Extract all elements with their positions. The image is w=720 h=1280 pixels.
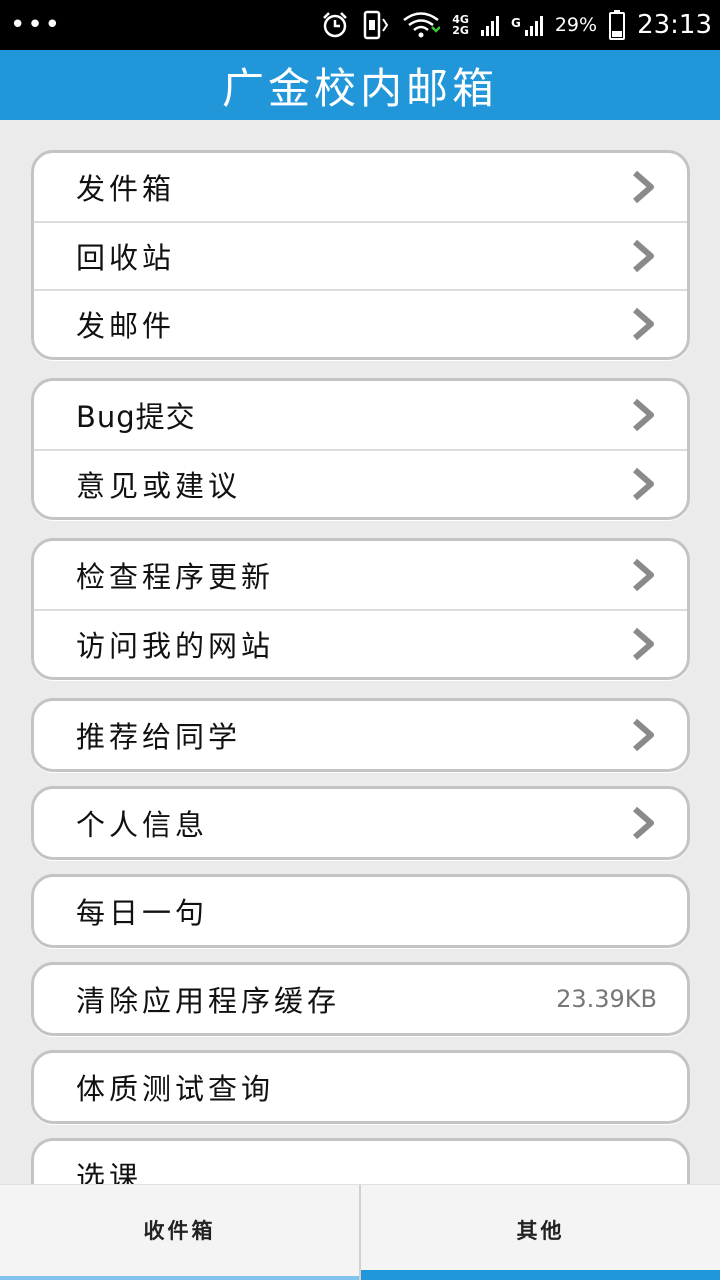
bottom-tab-bar: 收件箱 其他 <box>0 1184 720 1280</box>
alarm-icon <box>320 10 350 40</box>
chevron-right-icon <box>633 307 654 341</box>
tab-inbox[interactable]: 收件箱 <box>0 1185 359 1280</box>
chevron-right-icon <box>633 627 654 661</box>
tab-indicator <box>0 1276 359 1280</box>
menu-group-feedback: Bug提交 意见或建议 <box>31 378 690 520</box>
tab-other[interactable]: 其他 <box>359 1185 720 1280</box>
tab-label: 收件箱 <box>143 1218 216 1243</box>
menu-item-compose[interactable]: 发邮件 <box>34 289 687 357</box>
status-icons: 4G 2G G 29% 23:13 <box>320 10 712 40</box>
chevron-right-icon <box>633 558 654 592</box>
menu-group-mail: 发件箱 回收站 发邮件 <box>31 150 690 360</box>
status-bar: ••• 4G 2G G 29% 23:13 <box>0 0 720 50</box>
title-bar: 广金校内邮箱 <box>0 50 720 120</box>
menu-item-visit-website[interactable]: 访问我的网站 <box>34 609 687 677</box>
menu-item-clear-cache[interactable]: 清除应用程序缓存 23.39KB <box>34 965 687 1033</box>
wifi-icon <box>402 11 441 39</box>
signal-icon-2 <box>524 14 543 36</box>
menu-item-label: 发邮件 <box>76 309 176 343</box>
vibrate-icon <box>362 10 390 40</box>
network-type: 4G 2G <box>452 13 469 37</box>
menu-item-check-update[interactable]: 检查程序更新 <box>34 541 687 609</box>
menu-item-label: Bug提交 <box>76 400 196 434</box>
menu-item-label: 清除应用程序缓存 <box>76 984 341 1018</box>
page-title: 广金校内邮箱 <box>221 63 498 113</box>
menu-item-suggestions[interactable]: 意见或建议 <box>34 449 687 517</box>
menu-group-app: 检查程序更新 访问我的网站 <box>31 538 690 680</box>
menu-group-courses: 选课 <box>31 1138 690 1184</box>
menu-item-daily-quote[interactable]: 每日一句 <box>34 877 687 945</box>
menu-item-label: 选课 <box>76 1160 143 1184</box>
menu-item-label: 体质测试查询 <box>76 1072 275 1106</box>
chevron-right-icon <box>633 170 654 204</box>
menu-group-cache: 清除应用程序缓存 23.39KB <box>31 962 690 1036</box>
menu-item-label: 检查程序更新 <box>76 560 275 594</box>
menu-group-recommend: 推荐给同学 <box>31 698 690 772</box>
menu-item-label: 回收站 <box>76 241 176 275</box>
tab-label: 其他 <box>516 1218 565 1243</box>
clock: 23:13 <box>637 10 712 40</box>
menu-item-label: 访问我的网站 <box>76 629 275 663</box>
battery-percent: 29% <box>554 14 598 36</box>
menu-item-recommend[interactable]: 推荐给同学 <box>34 701 687 769</box>
menu-list[interactable]: 发件箱 回收站 发邮件 Bug提交 意见或建议 检查程序更新 访问我的网站 推荐… <box>0 120 720 1184</box>
menu-item-outbox[interactable]: 发件箱 <box>34 153 687 221</box>
menu-item-recycle-bin[interactable]: 回收站 <box>34 221 687 289</box>
g-label: G <box>510 16 521 30</box>
menu-item-label: 每日一句 <box>76 896 209 930</box>
menu-group-profile: 个人信息 <box>31 786 690 860</box>
chevron-right-icon <box>633 398 654 432</box>
chevron-right-icon <box>633 718 654 752</box>
menu-item-label: 推荐给同学 <box>76 720 242 754</box>
tab-indicator-active <box>361 1270 720 1280</box>
menu-item-course-selection[interactable]: 选课 <box>34 1141 687 1184</box>
menu-item-personal-info[interactable]: 个人信息 <box>34 789 687 857</box>
chevron-right-icon <box>633 806 654 840</box>
menu-item-fitness-test[interactable]: 体质测试查询 <box>34 1053 687 1121</box>
status-dots: ••• <box>10 10 63 40</box>
signal-icon <box>480 14 499 36</box>
battery-icon <box>609 10 626 40</box>
chevron-right-icon <box>633 239 654 273</box>
menu-item-bug-report[interactable]: Bug提交 <box>34 381 687 449</box>
menu-item-label: 个人信息 <box>76 808 209 842</box>
menu-item-label: 发件箱 <box>76 172 176 206</box>
chevron-right-icon <box>633 467 654 501</box>
menu-group-fitness: 体质测试查询 <box>31 1050 690 1124</box>
menu-group-daily: 每日一句 <box>31 874 690 948</box>
menu-item-label: 意见或建议 <box>76 469 242 503</box>
cache-size: 23.39KB <box>556 985 657 1013</box>
